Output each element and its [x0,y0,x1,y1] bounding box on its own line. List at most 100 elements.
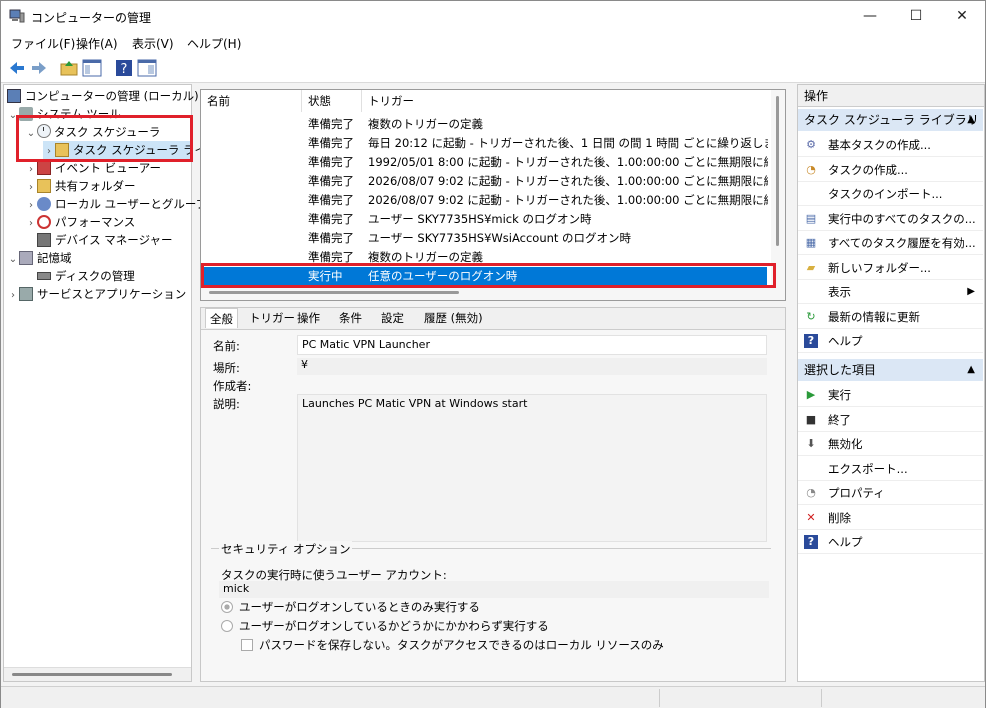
tree-item-services-apps[interactable]: › サービスとアプリケーション [7,285,186,303]
menu-view[interactable]: 表示(V) [132,35,174,52]
forward-arrow-icon[interactable] [29,58,49,78]
window: コンピューターの管理 — ☐ ✕ ファイル(F) 操作(A) 表示(V) ヘルプ… [0,0,986,708]
radio-selected-icon[interactable] [221,601,233,613]
show-hide-action-pane-icon[interactable] [137,58,157,78]
tab-triggers[interactable]: トリガー [245,308,299,328]
table-row[interactable]: OneDrive Re...準備完了2026/08/07 9:02 に起動 - … [201,172,768,191]
action-label: ヘルプ [828,334,863,348]
tab-settings[interactable]: 設定 [377,308,408,328]
vertical-scrollbar[interactable] [771,90,785,286]
action-item[interactable]: エクスポート... [798,457,983,481]
action-label: 実行 [828,388,851,402]
end-icon: ■ [805,412,817,426]
collapse-up-icon[interactable]: ▲ [967,359,975,381]
help-icon[interactable]: ? [114,58,134,78]
task-trigger: 2026/08/07 9:02 に起動 - トリガーされた後、1.00:00:0… [368,193,768,207]
maximize-button[interactable]: ☐ [893,1,939,32]
close-button[interactable]: ✕ [939,1,985,32]
action-label: 無効化 [828,437,863,451]
device-manager-icon [37,233,51,247]
tools-icon [19,107,33,121]
checkbox-do-not-store-password[interactable]: パスワードを保存しない。タスクがアクセスできるのはローカル リソースのみ [241,637,664,653]
collapse-up-icon[interactable]: ▲ [967,109,975,131]
description-field[interactable]: Launches PC Matic VPN at Windows start [297,394,767,542]
back-arrow-icon[interactable] [7,58,27,78]
action-item[interactable]: ■ 終了 [798,408,983,432]
tree-item-task-scheduler[interactable]: ⌄ タスク スケジューラ [25,123,160,141]
tree-item-performance[interactable]: › パフォーマンス [25,213,135,231]
action-item[interactable]: ↻ 最新の情報に更新 [798,305,983,329]
chevron-down-icon[interactable]: ⌄ [25,125,37,143]
tree-item-root[interactable]: コンピューターの管理 (ローカル) [7,87,199,105]
tree-item-local-users[interactable]: › ローカル ユーザーとグループ [25,195,207,213]
action-label: エクスポート... [828,461,908,476]
table-row[interactable]: PC Matic No...準備完了複数のトリガーの定義 [201,248,767,267]
tree-item-system-tools[interactable]: ⌄ システム ツール [7,105,121,123]
table-row[interactable]: MicrosoftEd...準備完了毎日 20:12 に起動 - トリガーされた… [201,134,768,153]
toolbar: ? [1,54,985,83]
radio-run-whether-logged-on[interactable]: ユーザーがログオンしているかどうかにかかわらず実行する [221,618,549,634]
action-item[interactable]: ◔ タスクの作成... [798,158,983,182]
tree-item-shared-folders[interactable]: › 共有フォルダー [25,177,136,195]
action-label: タスクの作成... [828,162,908,177]
description-label: 説明: [213,397,240,411]
tab-conditions[interactable]: 条件 [335,308,366,328]
tab-history[interactable]: 履歴 (無効) [420,308,487,328]
table-row[interactable]: OneDrive St...準備完了ユーザー SKY7735HS¥WsiAcco… [201,229,767,248]
tree-item-event-viewer[interactable]: › イベント ビューアー [25,159,161,177]
horizontal-scrollbar[interactable] [201,286,785,300]
actions-header: 操作 [798,85,984,107]
chevron-down-icon[interactable]: ⌄ [7,251,19,269]
action-item[interactable]: ▦ すべてのタスク履歴を有効... [798,231,983,255]
radio-unselected-icon[interactable] [221,620,233,632]
action-item[interactable]: 表示 ▶ [798,280,983,304]
table-row[interactable]: PC Matic VP...実行中任意のユーザーのログオン時 [201,267,767,286]
column-header-name[interactable]: 名前 [201,90,302,112]
table-row[interactable]: OneDrive St...準備完了ユーザー SKY7735HS¥mick のロ… [201,210,767,229]
action-item[interactable]: ? ヘルプ [798,329,983,353]
show-hide-tree-icon[interactable] [82,58,102,78]
chevron-down-icon[interactable]: ⌄ [7,107,19,125]
action-item[interactable]: ⬇ 無効化 [798,432,983,456]
chevron-right-icon[interactable]: › [7,287,19,305]
minimize-button[interactable]: — [847,1,893,32]
action-item[interactable]: ◔ プロパティ [798,481,983,505]
action-label: 実行中のすべてのタスクの... [828,211,976,226]
action-item[interactable]: ▶ 実行 [798,383,983,407]
action-item[interactable]: ⚙ 基本タスクの作成... [798,133,983,157]
column-header-status[interactable]: 状態 [302,90,362,112]
tab-general[interactable]: 全般 [205,308,238,328]
tab-actions[interactable]: 操作 [293,308,324,328]
author-label: 作成者: [213,379,252,393]
action-item[interactable]: ▰ 新しいフォルダー... [798,256,983,280]
up-folder-icon[interactable] [59,58,79,78]
action-item[interactable]: ✕ 削除 [798,506,983,530]
action-item[interactable]: タスクのインポート... [798,182,983,206]
table-row[interactable]: MicrosoftEd...準備完了複数のトリガーの定義 [201,115,767,134]
refresh-icon: ↻ [806,309,816,323]
horizontal-scrollbar[interactable] [4,667,191,681]
name-field[interactable]: PC Matic VPN Launcher [297,335,767,355]
actions-section-selected[interactable]: 選択した項目 ▲ [798,359,983,381]
menu-file[interactable]: ファイル(F) [11,35,75,52]
menu-help[interactable]: ヘルプ(H) [187,35,241,52]
action-item[interactable]: ? ヘルプ [798,530,983,554]
table-row[interactable]: OneDrive Pe...準備完了1992/05/01 8:00 に起動 - … [201,153,768,172]
action-label: ヘルプ [828,535,863,549]
actions-section-library[interactable]: タスク スケジューラ ライブラリ ▲ [798,109,983,131]
help-icon: ? [804,535,818,549]
navigation-tree: コンピューターの管理 (ローカル) ⌄ システム ツール ⌄ タスク スケジューラ … [3,84,218,682]
tree-item-disk-management[interactable]: ディスクの管理 [25,267,135,285]
computer-management-icon [7,89,21,103]
checkbox-icon[interactable] [241,639,253,651]
tree-item-task-scheduler-library[interactable]: › タスク スケジューラ ライブ [43,141,218,159]
tree-item-storage[interactable]: ⌄ 記憶域 [7,249,72,267]
radio-run-when-logged-on[interactable]: ユーザーがログオンしているときのみ実行する [221,599,480,615]
menu-action[interactable]: 操作(A) [76,35,118,52]
create-task-icon: ◔ [806,162,816,176]
tree-item-device-manager[interactable]: デバイス マネージャー [25,231,173,249]
table-row[interactable]: OneDrive Re...準備完了2026/08/07 9:02 に起動 - … [201,191,768,210]
action-item[interactable]: ▤ 実行中のすべてのタスクの... [798,207,983,231]
column-header-trigger[interactable]: トリガー [362,90,772,112]
task-list: 名前 状態 トリガー MicrosoftEd...準備完了複数のトリガーの定義M… [200,89,786,301]
